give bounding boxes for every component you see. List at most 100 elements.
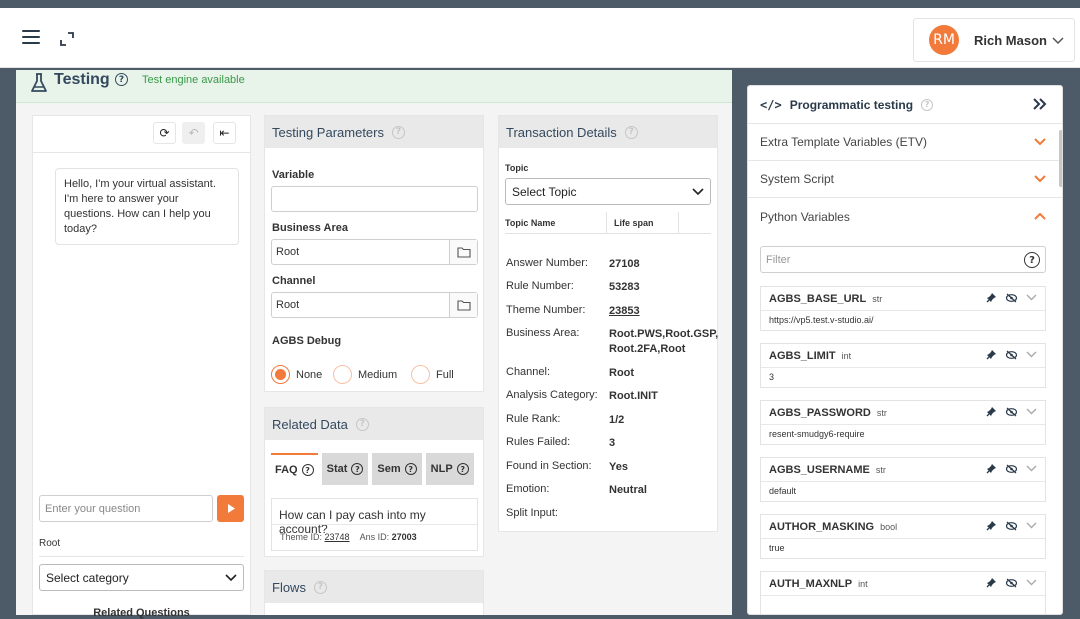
pin-icon[interactable] [986,406,997,417]
help-icon[interactable]: ? [355,417,369,431]
chevron-down-icon [692,187,704,195]
expand-icon[interactable] [59,31,75,47]
panel-title: Transaction Details [506,124,617,140]
debug-label: AGBS Debug [272,335,342,347]
business-area-field[interactable]: Root [271,239,478,265]
column-header: Topic Name [505,218,556,228]
flask-icon [31,73,47,92]
panel-header: Related Data ? [265,408,483,440]
variable-input[interactable] [271,186,478,212]
help-icon: ? [404,463,417,475]
scrollbar[interactable] [1059,130,1062,187]
hide-icon[interactable] [1005,293,1018,303]
folder-icon[interactable] [449,293,477,317]
python-variable-card: AGBS_USERNAME str default [760,457,1046,502]
folder-icon[interactable] [449,240,477,264]
divider [39,556,244,557]
tab-nlp[interactable]: NLP? [425,453,474,485]
page-title: Testing [54,71,110,88]
category-select[interactable]: Select category [39,564,244,591]
topic-select[interactable]: Select Topic [505,178,711,205]
pin-icon[interactable] [986,577,997,588]
help-icon[interactable]: ? [115,73,128,86]
accordion-python-variables[interactable]: Python Variables [748,198,1062,235]
python-variable-card: AGBS_LIMIT int 3 [760,343,1046,388]
channel-field[interactable]: Root [271,292,478,318]
user-menu[interactable]: RM Rich Mason [913,18,1075,62]
divider [33,152,250,153]
flows-panel: Flows ? [264,570,484,615]
debug-radio-full[interactable]: Full [411,365,454,384]
testing-header: Testing ? Test engine available [16,70,732,103]
related-data-panel: Related Data ? FAQ? Stat? Sem? NLP? How … [264,407,484,557]
category-select-value: Select category [46,570,129,585]
tab-sem[interactable]: Sem? [372,453,422,485]
play-icon [227,504,235,513]
panel-header: Testing Parameters ? [265,116,483,148]
debug-radio-none[interactable]: None [271,365,322,384]
theme-number-link[interactable]: 23853 [609,304,640,319]
chevron-down-icon [1052,37,1064,45]
engine-status: Test engine available [142,74,245,86]
topic-table-header: Topic Name Life span [505,212,711,234]
divider [272,524,477,525]
help-icon[interactable]: ? [392,125,405,139]
topic-select-value: Select Topic [512,184,577,199]
send-button[interactable] [217,495,244,522]
hide-icon[interactable] [1005,464,1018,474]
question-input[interactable] [39,495,213,522]
hide-icon[interactable] [1005,578,1018,588]
hide-icon[interactable] [1005,521,1018,531]
pin-icon[interactable] [986,520,997,531]
faq-meta: Theme ID: 23748 Ans ID: 27003 [280,532,417,542]
column-header: Life span [614,218,654,228]
programmatic-testing-panel: </> Programmatic testing ? Extra Templat… [747,85,1063,615]
chevron-down-icon [225,573,237,581]
collapse-left-icon[interactable]: ⇤ [213,122,236,144]
chevron-down-icon[interactable] [1026,351,1037,358]
double-chevron-right-icon[interactable] [1032,97,1048,111]
chevron-down-icon[interactable] [1026,579,1037,586]
theme-id-link[interactable]: 23748 [325,532,350,542]
chevron-down-icon [1034,175,1046,183]
chevron-down-icon [1034,138,1046,146]
pin-icon[interactable] [986,292,997,303]
panel-title: Flows [272,579,306,595]
ans-id: 27003 [391,532,417,542]
python-variable-card: AUTHOR_MASKING bool true [760,514,1046,559]
chevron-down-icon[interactable] [1026,465,1037,472]
avatar: RM [929,25,959,55]
help-icon[interactable]: ? [313,580,327,594]
panel-header: </> Programmatic testing ? [748,86,1062,124]
help-icon: ? [351,463,364,475]
tab-faq[interactable]: FAQ? [271,453,318,485]
tab-stat[interactable]: Stat? [321,453,369,485]
menu-icon[interactable] [22,30,40,44]
chevron-down-icon[interactable] [1026,408,1037,415]
pin-icon[interactable] [986,349,997,360]
help-icon[interactable]: ? [1024,252,1040,268]
refresh-icon[interactable]: ⟳ [153,122,176,144]
accordion-etv[interactable]: Extra Template Variables (ETV) [748,124,1062,161]
debug-radio-medium[interactable]: Medium [333,365,397,384]
panel-header: Transaction Details ? [499,116,717,148]
testing-workspace: Testing ? Test engine available ⟳ ↶ ⇤ He… [16,70,732,619]
assistant-message: Hello, I'm your virtual assistant. I'm h… [55,168,239,245]
filter-input[interactable] [760,246,1046,273]
chevron-down-icon[interactable] [1026,294,1037,301]
chevron-down-icon[interactable] [1026,522,1037,529]
faq-item[interactable]: How can I pay cash into my account? Them… [271,498,478,551]
help-icon[interactable]: ? [921,98,934,111]
accordion-system-script[interactable]: System Script [748,161,1062,198]
hide-icon[interactable] [1005,407,1018,417]
transaction-details-panel: Transaction Details ? Topic Select Topic… [498,115,718,532]
help-icon: ? [301,464,314,476]
panel-header: Flows ? [265,571,483,603]
hide-icon[interactable] [1005,350,1018,360]
pin-icon[interactable] [986,463,997,474]
related-data-tabs: FAQ? Stat? Sem? NLP? [271,453,474,485]
channel-label: Channel [272,275,316,287]
help-icon[interactable]: ? [624,125,638,139]
testing-parameters-panel: Testing Parameters ? Variable Business A… [264,115,484,392]
panel-title: Programmatic testing [789,97,914,112]
